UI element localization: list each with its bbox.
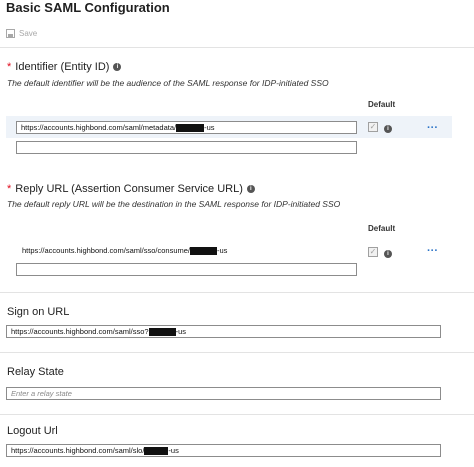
section-divider bbox=[0, 414, 474, 415]
reply-url-label: * Reply URL (Assertion Consumer Service … bbox=[7, 183, 255, 195]
redacted-block bbox=[190, 247, 218, 256]
save-button[interactable]: Save bbox=[19, 29, 37, 38]
page-title: Basic SAML Configuration bbox=[6, 0, 170, 15]
default-checkbox[interactable]: ✓ bbox=[368, 247, 378, 257]
identifier-default-header: Default bbox=[368, 100, 396, 109]
reply-url-new-input[interactable] bbox=[16, 263, 357, 276]
identifier-input[interactable]: https://accounts.highbond.com/saml/metad… bbox=[16, 121, 357, 134]
required-marker: * bbox=[7, 183, 12, 195]
toolbar-divider bbox=[0, 47, 474, 48]
more-options-icon[interactable]: ··· bbox=[427, 246, 438, 257]
relay-state-placeholder: Enter a relay state bbox=[11, 389, 72, 398]
redacted-block bbox=[148, 328, 176, 337]
logout-url-input[interactable]: https://accounts.highbond.com/saml/slo/-… bbox=[6, 444, 441, 457]
relay-state-input[interactable]: Enter a relay state bbox=[6, 387, 441, 400]
info-icon[interactable]: i bbox=[384, 250, 392, 258]
info-icon[interactable]: i bbox=[113, 63, 122, 71]
identifier-label: * Identifier (Entity ID) i bbox=[7, 61, 122, 73]
logout-url-label: Logout Url bbox=[7, 425, 58, 437]
identifier-description: The default identifier will be the audie… bbox=[7, 78, 329, 88]
info-icon[interactable]: i bbox=[384, 125, 392, 133]
reply-url-default-header: Default bbox=[368, 224, 396, 233]
section-divider bbox=[0, 352, 474, 353]
more-options-icon[interactable]: ··· bbox=[427, 123, 438, 134]
sign-on-url-label: Sign on URL bbox=[7, 306, 70, 318]
required-marker: * bbox=[7, 61, 12, 73]
save-icon bbox=[6, 29, 15, 38]
sign-on-url-input[interactable]: https://accounts.highbond.com/saml/sso? -… bbox=[6, 325, 441, 338]
identifier-new-input[interactable] bbox=[16, 141, 357, 154]
default-checkbox[interactable]: ✓ bbox=[368, 122, 378, 132]
toolbar: Save bbox=[6, 29, 37, 38]
info-icon[interactable]: i bbox=[246, 185, 255, 193]
section-divider bbox=[0, 292, 474, 293]
redacted-block bbox=[176, 124, 205, 133]
reply-url-value[interactable]: https://accounts.highbond.com/saml/sso/c… bbox=[22, 246, 227, 256]
redacted-block bbox=[144, 447, 169, 456]
relay-state-label: Relay State bbox=[7, 366, 64, 378]
reply-url-description: The default reply URL will be the destin… bbox=[7, 199, 341, 209]
